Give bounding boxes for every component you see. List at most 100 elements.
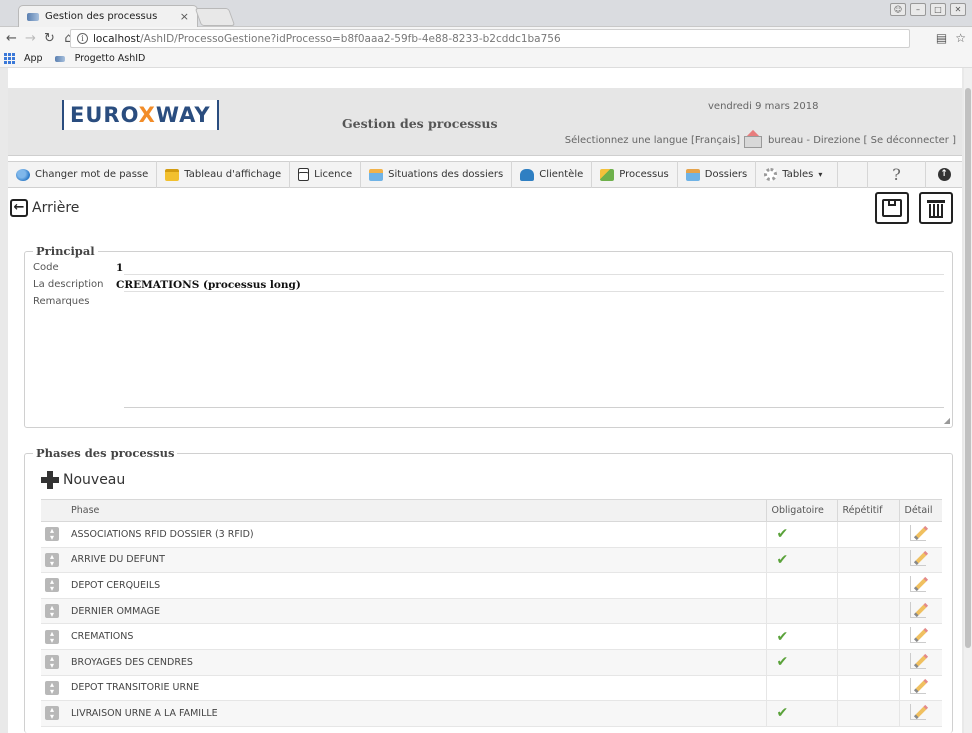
board-icon [165,168,180,181]
mandatory-cell [765,572,837,599]
table-row[interactable]: ▴ ▾ DEPOT CERQUEILS [41,572,942,599]
toolbar-licence[interactable]: Licence [290,161,362,188]
toolbar-tables-menu[interactable]: Tables ▾ [756,161,839,188]
edit-pencil-icon[interactable] [909,601,926,618]
back-label: Arrière [32,200,80,216]
drag-handle-icon: ▴ ▾ [45,629,59,644]
drag-handle[interactable]: ▴ ▾ [41,521,65,548]
drag-handle[interactable]: ▴ ▾ [41,623,65,650]
drag-handle[interactable]: ▴ ▾ [41,598,65,625]
column-detail[interactable]: Détail [898,499,942,522]
table-row[interactable]: ▴ ▾ LIVRAISON URNE A LA FAMILLE ✔ [41,700,942,727]
user-icon[interactable]: ☺ [890,3,906,16]
bookmark-star-icon[interactable]: ☆ [955,31,966,45]
new-phase-button[interactable]: Nouveau [41,471,125,489]
maximize-icon[interactable]: □ [930,3,946,16]
repetitive-cell [836,649,899,676]
toolbar-change-password[interactable]: Changer mot de passe [8,161,158,188]
column-repetitive[interactable]: Répétitif [836,499,899,522]
save-icon[interactable] [875,192,909,224]
url-path: /AshID/ProcessoGestione?idProcesso=b8f0a… [140,32,561,45]
toolbar-dashboard[interactable]: Tableau d'affichage [157,161,291,188]
tab-title: Gestion des processus [45,11,158,22]
language-selector[interactable]: Sélectionnez une langue [Français] [565,135,740,146]
repetitive-cell [836,547,899,574]
phase-name: DERNIER OMMAGE [65,598,766,625]
page-scrollbar[interactable] [964,68,972,733]
mandatory-cell: ✔ [765,700,837,727]
back-button[interactable]: ← Arrière [10,199,79,217]
back-arrow-icon[interactable]: ← [4,31,19,46]
detail-cell [898,675,942,702]
table-row[interactable]: ▴ ▾ BROYAGES DES CENDRES ✔ [41,649,942,676]
minimize-icon[interactable]: – [910,3,926,16]
table-row[interactable]: ▴ ▾ DERNIER OMMAGE [41,598,942,625]
bookmark-progetto-ashid[interactable]: Progetto AshID [75,53,146,64]
phases-header-row: Phase Obligatoire Répétitif Détail [41,499,942,522]
description-underline [124,291,944,292]
column-phase[interactable]: Phase [65,499,766,522]
table-row[interactable]: ▴ ▾ DEPOT TRANSITORIE URNE [41,675,942,702]
close-window-icon[interactable]: ✕ [950,3,966,16]
scroll-top-button[interactable]: ↑ [926,161,962,188]
trash-icon[interactable] [919,192,953,224]
browser-tab[interactable]: Gestion des processus × [18,5,198,27]
phases-legend: Phases des processus [33,446,178,460]
help-button[interactable]: ? [868,161,926,188]
current-date: vendredi 9 mars 2018 [708,101,819,112]
new-tab-button[interactable] [194,8,236,26]
drag-handle-icon: ▴ ▾ [45,706,59,721]
toolbar-case-status[interactable]: Situations des dossiers [361,161,513,188]
edit-pencil-icon[interactable] [909,627,926,644]
reload-icon[interactable]: ↻ [42,31,57,46]
description-field[interactable]: CREMATIONS (processus long) [116,279,301,291]
table-row[interactable]: ▴ ▾ CREMATIONS ✔ [41,623,942,650]
check-icon: ✔ [776,628,789,645]
phase-name: ASSOCIATIONS RFID DOSSIER (3 RFID) [65,521,766,548]
resize-handle-icon[interactable]: ◢ [944,416,950,425]
code-row: Code 1 [33,262,123,274]
description-label: La description [33,279,104,290]
detail-cell [898,572,942,599]
toolbar-clients[interactable]: Clientèle [512,161,593,188]
remarks-textarea[interactable] [124,298,944,408]
edit-pencil-icon[interactable] [909,550,926,567]
drag-handle[interactable]: ▴ ▾ [41,649,65,676]
edit-pencil-icon[interactable] [909,524,926,541]
drag-handle[interactable]: ▴ ▾ [41,547,65,574]
tab-favicon-icon [27,12,39,21]
phases-table-body: ▴ ▾ ASSOCIATIONS RFID DOSSIER (3 RFID) ✔ ▴ ▾ A… [41,521,942,727]
main-toolbar: Changer mot de passe Tableau d'affichage… [8,161,962,188]
drag-handle[interactable]: ▴ ▾ [41,675,65,702]
edit-pencil-icon[interactable] [909,652,926,669]
url-field[interactable]: i localhost/AshID/ProcessoGestione?idPro… [70,29,910,48]
drag-handle[interactable]: ▴ ▾ [41,700,65,727]
info-icon[interactable]: i [77,33,88,44]
edit-pencil-icon[interactable] [909,703,926,720]
app-header: EUROXWAY Gestion des processus vendredi … [8,88,962,156]
tab-close-icon[interactable]: × [180,10,189,23]
mail-icon[interactable] [744,129,764,148]
user-logout-link[interactable]: bureau - Direzione [ Se déconnecter ] [768,135,956,146]
drag-handle[interactable]: ▴ ▾ [41,572,65,599]
edit-pencil-icon[interactable] [909,575,926,592]
column-mandatory[interactable]: Obligatoire [765,499,837,522]
mandatory-cell [765,598,837,625]
edit-pencil-icon[interactable] [909,678,926,695]
gear-icon [764,168,778,181]
repetitive-cell [836,675,899,702]
phases-section: Phases des processus Nouveau Phase Oblig… [24,446,953,733]
drag-handle-icon: ▴ ▾ [45,604,59,619]
forward-arrow-icon[interactable]: → [23,31,38,46]
code-field[interactable]: 1 [116,262,123,274]
toolbar-folders[interactable]: Dossiers [678,161,757,188]
toolbar-processes[interactable]: Processus [592,161,678,188]
table-row[interactable]: ▴ ▾ ASSOCIATIONS RFID DOSSIER (3 RFID) ✔ [41,521,942,548]
translate-icon[interactable]: ▤ [936,31,947,45]
address-bar-row: ← → ↻ ⌂ i localhost/AshID/ProcessoGestio… [0,27,972,50]
detail-cell [898,649,942,676]
table-row[interactable]: ▴ ▾ ARRIVE DU DEFUNT ✔ [41,547,942,574]
bookmark-apps[interactable]: App [24,53,43,64]
browser-tab-bar: Gestion des processus × ☺ – □ ✕ [0,0,972,27]
scrollbar-thumb[interactable] [965,88,971,648]
